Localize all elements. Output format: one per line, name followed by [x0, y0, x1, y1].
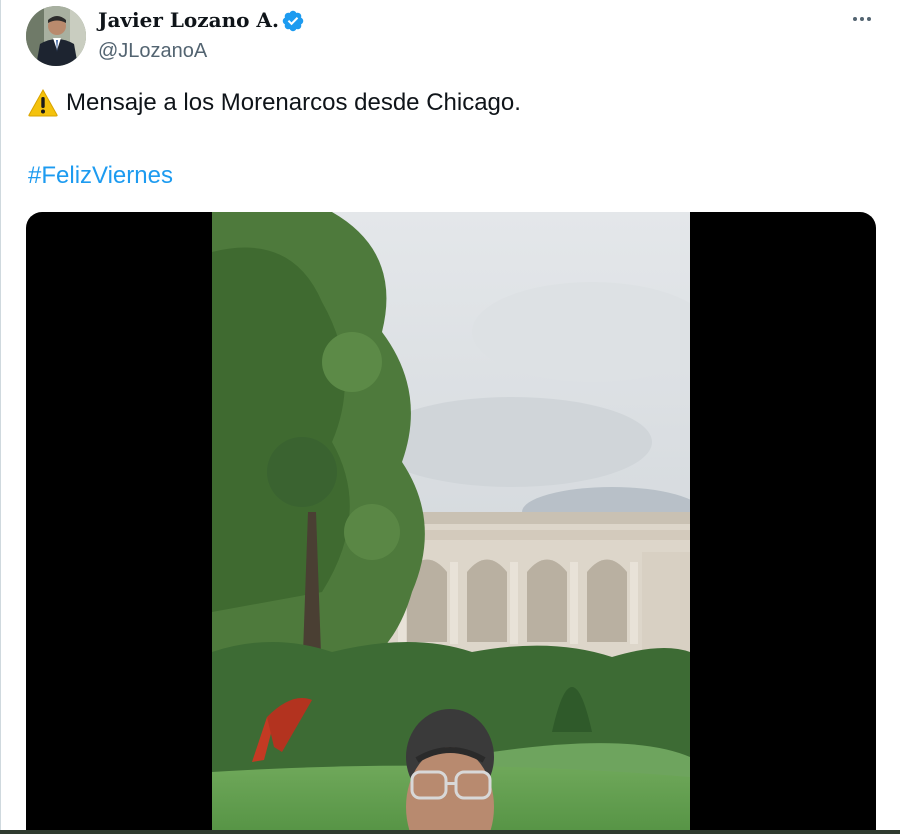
author-display-name[interactable]: Javier Lozano A.: [98, 8, 279, 32]
tweet-border-left: [0, 0, 1, 834]
hashtag-link[interactable]: #FelizViernes: [28, 162, 173, 190]
more-options-icon[interactable]: [846, 8, 878, 30]
author-handle[interactable]: @JLozanoA: [98, 40, 207, 63]
video-thumbnail[interactable]: [212, 212, 690, 834]
tweet-text: Mensaje a los Morenarcos desde Chicago.: [28, 89, 521, 117]
verified-badge-icon: [282, 10, 304, 32]
page-bottom-edge: [0, 830, 900, 834]
video-player[interactable]: [26, 212, 876, 834]
author-avatar[interactable]: [26, 6, 86, 66]
tweet-text-body: Mensaje a los Morenarcos desde Chicago.: [66, 89, 521, 116]
warning-icon: [28, 89, 58, 117]
